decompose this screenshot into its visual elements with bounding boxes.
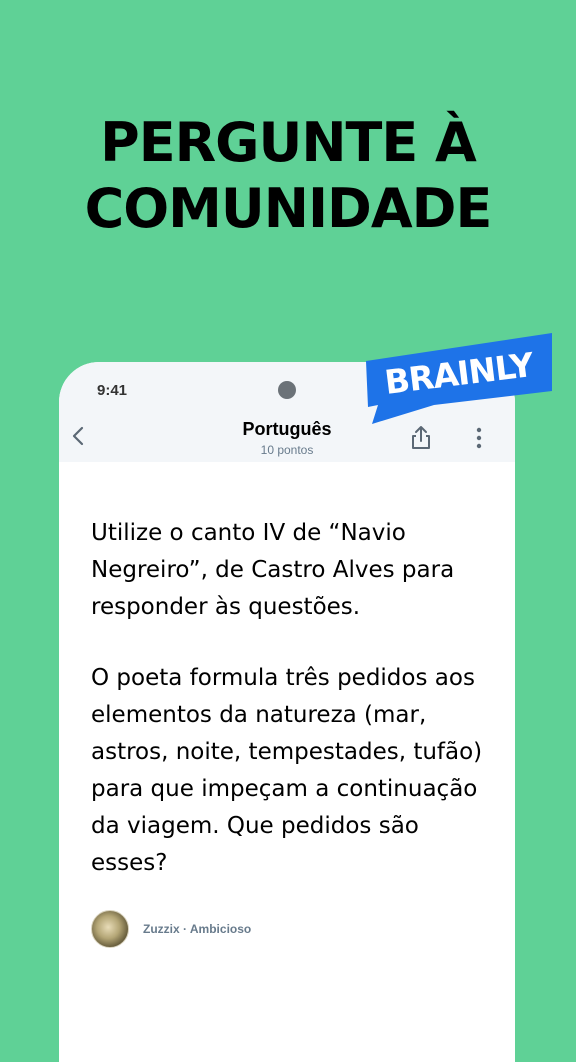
points-label: 10 pontos [260, 443, 314, 457]
back-button[interactable] [67, 424, 89, 448]
promo-headline: PERGUNTE À COMUNIDADE [0, 110, 576, 242]
phone-mockup: 9:41 Português 10 pontos Utilize o canto… [59, 362, 515, 1062]
promo-headline-line1: PERGUNTE À [100, 111, 477, 174]
author-name: Zuzzix [143, 922, 180, 936]
author-info: Zuzzix · Ambicioso [143, 922, 251, 936]
promo-headline-line2: COMUNIDADE [84, 177, 493, 240]
camera-notch [278, 381, 296, 399]
question-paragraph-2: O poeta formula três pedidos aos element… [91, 665, 483, 876]
question-paragraph-1: Utilize o canto IV de “Navio Negreiro”, … [91, 520, 455, 620]
question-author[interactable]: Zuzzix · Ambicioso [91, 910, 251, 948]
author-rank: Ambicioso [189, 922, 252, 936]
chevron-left-icon [72, 426, 84, 446]
avatar[interactable] [91, 910, 129, 948]
question-body: Utilize o canto IV de “Navio Negreiro”, … [91, 515, 491, 916]
status-time: 9:41 [97, 382, 128, 399]
brainly-logo: BRAINLY [366, 333, 552, 424]
subject-title: Português [242, 419, 332, 439]
author-separator: · [179, 922, 190, 936]
